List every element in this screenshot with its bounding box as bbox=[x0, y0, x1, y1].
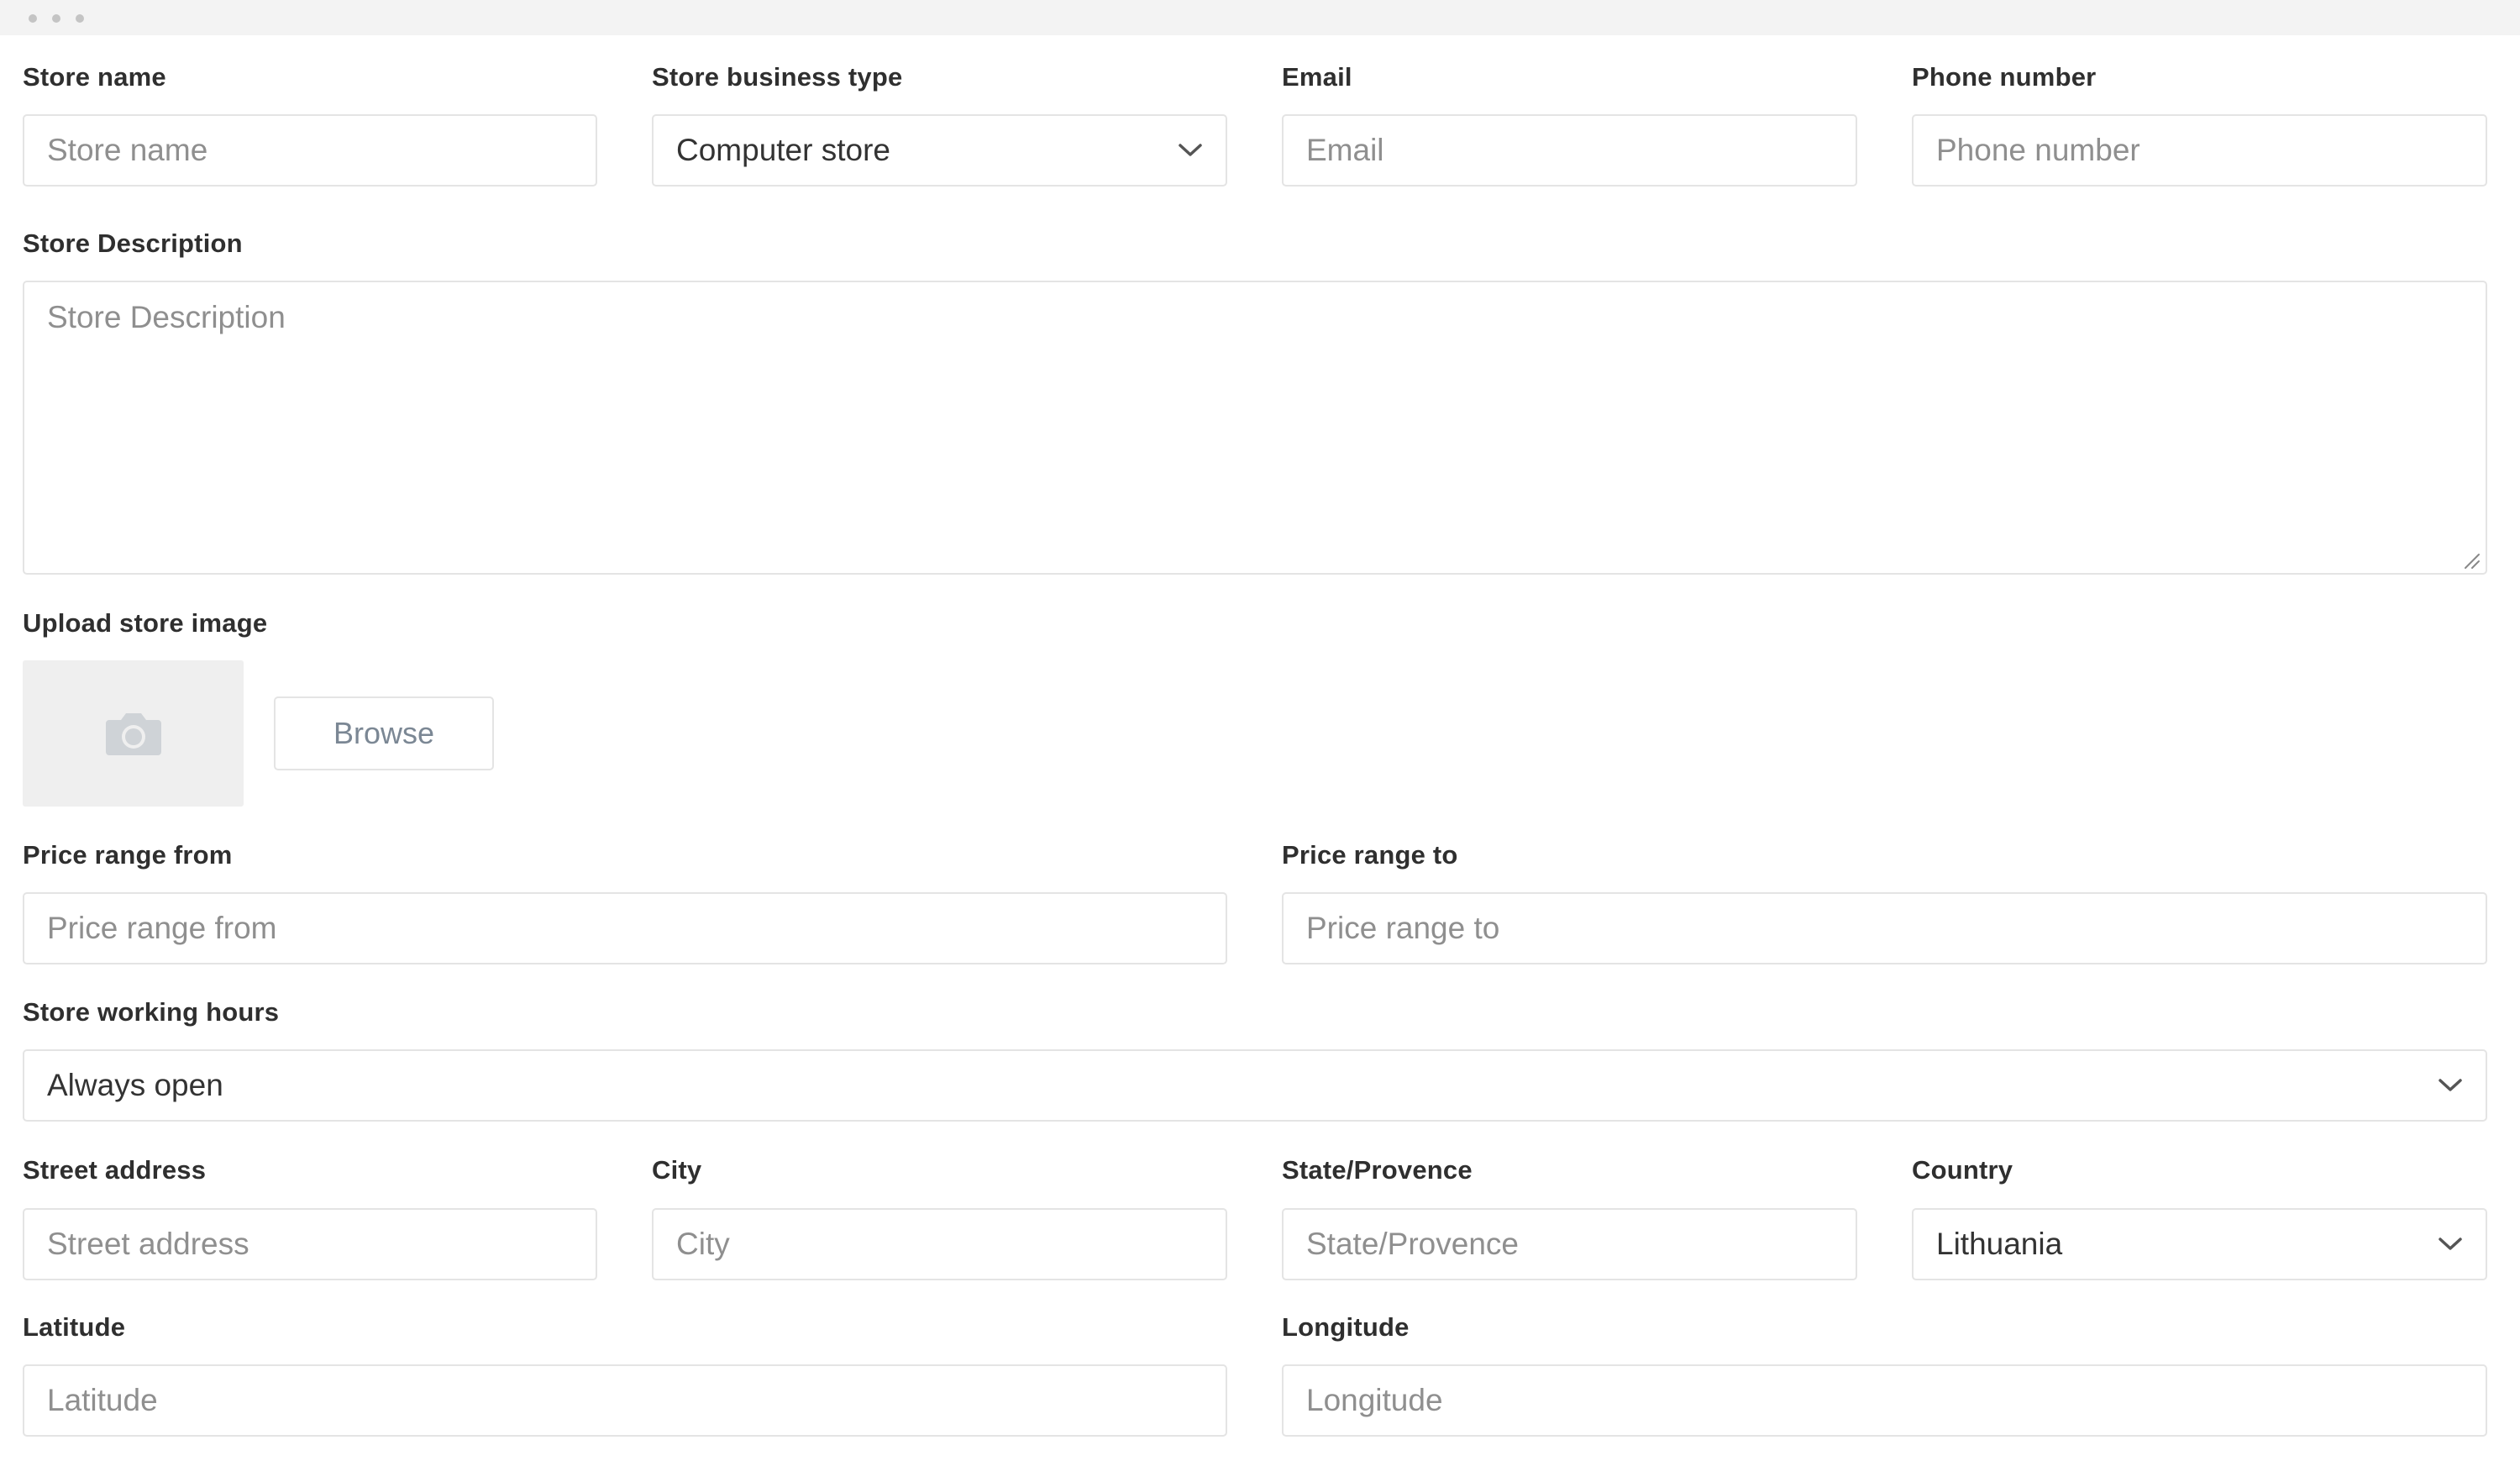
resize-handle-icon[interactable] bbox=[2460, 549, 2481, 570]
description-label: Store Description bbox=[23, 229, 243, 258]
country-select[interactable]: Lithuania bbox=[1912, 1208, 2487, 1280]
city-label: City bbox=[652, 1155, 702, 1185]
state-label: State/Provence bbox=[1282, 1155, 1473, 1185]
window-dot bbox=[29, 14, 37, 23]
chevron-down-icon bbox=[2439, 1079, 2462, 1091]
city-input[interactable] bbox=[652, 1208, 1227, 1280]
image-preview bbox=[23, 660, 244, 807]
description-textarea[interactable] bbox=[23, 281, 2487, 575]
street-label: Street address bbox=[23, 1155, 207, 1185]
chevron-down-icon bbox=[1179, 144, 1202, 156]
description-wrapper bbox=[23, 281, 2487, 575]
phone-label: Phone number bbox=[1912, 62, 2097, 92]
store-name-input[interactable] bbox=[23, 114, 597, 187]
price-from-input[interactable] bbox=[23, 892, 1227, 964]
country-value: Lithuania bbox=[1936, 1227, 2063, 1261]
price-to-label: Price range to bbox=[1282, 840, 1458, 870]
window-dots bbox=[29, 14, 84, 23]
business-type-label: Store business type bbox=[652, 62, 903, 92]
business-type-select[interactable]: Computer store bbox=[652, 114, 1227, 187]
price-from-label: Price range from bbox=[23, 840, 233, 870]
upload-label: Upload store image bbox=[23, 608, 268, 638]
phone-input[interactable] bbox=[1912, 114, 2487, 187]
browse-button[interactable]: Browse bbox=[274, 696, 494, 770]
window-dot bbox=[76, 14, 84, 23]
latitude-input[interactable] bbox=[23, 1364, 1227, 1437]
working-hours-label: Store working hours bbox=[23, 997, 280, 1027]
country-label: Country bbox=[1912, 1155, 2013, 1185]
camera-icon bbox=[105, 713, 161, 755]
window-dot bbox=[52, 14, 60, 23]
business-type-value: Computer store bbox=[676, 133, 890, 167]
window-top-bar bbox=[0, 0, 2520, 35]
price-to-input[interactable] bbox=[1282, 892, 2487, 964]
latitude-label: Latitude bbox=[23, 1312, 126, 1342]
longitude-input[interactable] bbox=[1282, 1364, 2487, 1437]
store-form: Store name Store business type Computer … bbox=[0, 35, 2520, 1461]
street-input[interactable] bbox=[23, 1208, 597, 1280]
email-label: Email bbox=[1282, 62, 1352, 92]
state-input[interactable] bbox=[1282, 1208, 1857, 1280]
chevron-down-icon bbox=[2439, 1238, 2462, 1250]
email-input[interactable] bbox=[1282, 114, 1857, 187]
store-name-label: Store name bbox=[23, 62, 166, 92]
working-hours-select[interactable]: Always open bbox=[23, 1049, 2487, 1122]
working-hours-value: Always open bbox=[47, 1068, 223, 1102]
longitude-label: Longitude bbox=[1282, 1312, 1410, 1342]
